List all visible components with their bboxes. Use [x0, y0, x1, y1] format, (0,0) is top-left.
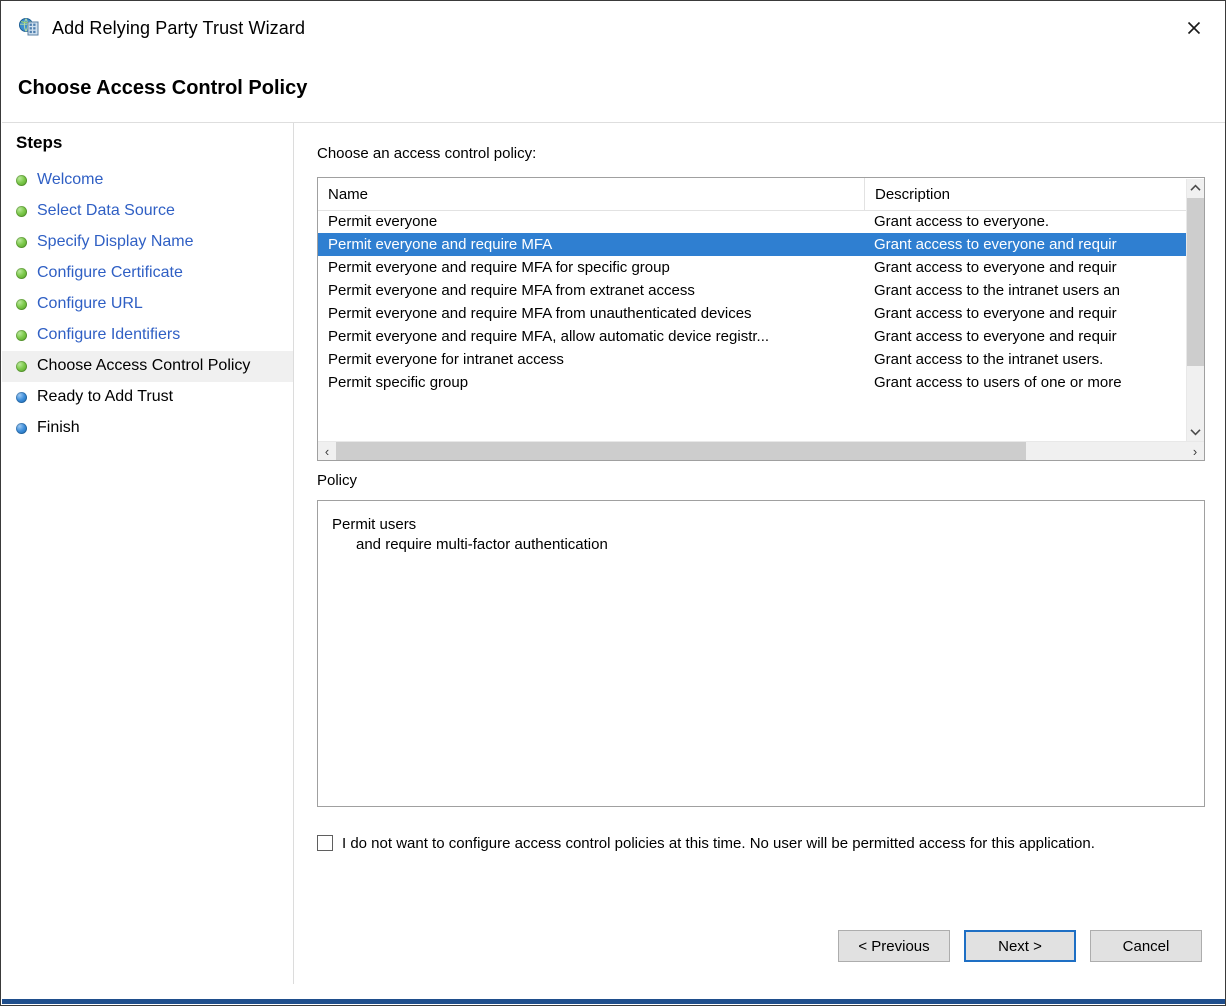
table-row[interactable]: Permit everyone and require MFA for spec… — [318, 256, 1186, 279]
step-complete-icon — [16, 237, 27, 248]
list-rows: Permit everyone Grant access to everyone.… — [318, 210, 1186, 440]
adfs-relying-party-icon — [18, 16, 42, 40]
next-button[interactable]: Next > — [964, 930, 1076, 962]
cell-policy-description: Grant access to the intranet users an — [874, 282, 1120, 299]
sidebar-step-ready-to-add-trust[interactable]: Ready to Add Trust — [2, 382, 293, 413]
cell-policy-name: Permit everyone and require MFA from una… — [328, 305, 752, 322]
vertical-scroll-thumb[interactable] — [1187, 198, 1204, 366]
step-pending-icon — [16, 392, 27, 403]
step-complete-icon — [16, 330, 27, 341]
window-title: Add Relying Party Trust Wizard — [52, 18, 306, 38]
main-pane: Choose an access control policy: Name De… — [295, 123, 1225, 984]
sidebar-step-label: Choose Access Control Policy — [37, 357, 251, 374]
scroll-up-icon[interactable] — [1187, 179, 1204, 197]
sidebar-step-label: Select Data Source — [37, 202, 175, 219]
page-header: Choose Access Control Policy — [2, 54, 1225, 123]
table-row[interactable]: Permit everyone and require MFA from ext… — [318, 279, 1186, 302]
cell-policy-name: Permit everyone and require MFA for spec… — [328, 259, 670, 276]
steps-sidebar: Steps Welcome Select Data Source Specify D… — [2, 123, 294, 984]
page-title: Choose Access Control Policy — [18, 76, 308, 99]
previous-button[interactable]: < Previous — [838, 930, 950, 962]
step-pending-icon — [16, 423, 27, 434]
cell-policy-name: Permit everyone — [328, 213, 438, 230]
sidebar-step-welcome[interactable]: Welcome — [2, 165, 293, 196]
table-row[interactable]: Permit specific group Grant access to use… — [318, 371, 1186, 394]
step-complete-icon — [16, 175, 27, 186]
horizontal-scroll-thumb[interactable] — [336, 442, 1026, 460]
list-vertical-scrollbar[interactable] — [1186, 179, 1204, 441]
skip-policy-checkbox-row[interactable]: I do not want to configure access contro… — [317, 833, 1207, 854]
list-horizontal-scrollbar[interactable]: ‹ › — [318, 441, 1204, 460]
list-header-row: Name Description — [318, 178, 1204, 211]
cancel-button[interactable]: Cancel — [1090, 930, 1202, 962]
sidebar-step-label: Configure Certificate — [37, 264, 183, 281]
column-header-name[interactable]: Name — [318, 178, 864, 210]
cell-policy-description: Grant access to everyone and requir — [874, 305, 1117, 322]
steps-heading: Steps — [16, 133, 63, 152]
sidebar-step-select-data-source[interactable]: Select Data Source — [2, 196, 293, 227]
sidebar-step-specify-display-name[interactable]: Specify Display Name — [2, 227, 293, 258]
table-row[interactable]: Permit everyone and require MFA Grant acc… — [318, 233, 1186, 256]
cell-policy-name: Permit everyone and require MFA, allow a… — [328, 328, 770, 345]
cell-policy-description: Grant access to everyone and requir — [874, 328, 1117, 345]
cell-policy-description: Grant access to everyone and requir — [874, 236, 1117, 253]
cell-policy-name: Permit everyone for intranet access — [328, 351, 564, 368]
step-complete-icon — [16, 361, 27, 372]
sidebar-step-label: Configure URL — [37, 295, 143, 312]
cell-policy-description: Grant access to everyone. — [874, 213, 1050, 230]
table-row[interactable]: Permit everyone and require MFA, allow a… — [318, 325, 1186, 348]
policy-label: Policy — [317, 472, 358, 489]
close-icon[interactable] — [1162, 2, 1225, 54]
cell-policy-description: Grant access to the intranet users. — [874, 351, 1104, 368]
cell-policy-description: Grant access to everyone and requir — [874, 259, 1117, 276]
table-row[interactable]: Permit everyone Grant access to everyone. — [318, 210, 1186, 233]
sidebar-step-label: Configure Identifiers — [37, 326, 181, 343]
sidebar-step-label: Finish — [37, 419, 80, 436]
cell-policy-description: Grant access to users of one or more — [874, 374, 1122, 391]
step-complete-icon — [16, 206, 27, 217]
title-bar: Add Relying Party Trust Wizard — [2, 2, 1225, 54]
scroll-left-icon[interactable]: ‹ — [318, 442, 336, 460]
sidebar-step-configure-identifiers[interactable]: Configure Identifiers — [2, 320, 293, 351]
policy-line: and require multi-factor authentication — [356, 536, 608, 553]
policy-preview-box: Permit users and require multi-factor au… — [317, 500, 1205, 807]
cell-policy-name: Permit specific group — [328, 374, 469, 391]
sidebar-step-label: Welcome — [37, 171, 104, 188]
wizard-window: Add Relying Party Trust Wizard Choose Ac… — [0, 0, 1226, 1006]
sidebar-step-finish[interactable]: Finish — [2, 413, 293, 444]
sidebar-step-configure-certificate[interactable]: Configure Certificate — [2, 258, 293, 289]
cell-policy-name: Permit everyone and require MFA from ext… — [328, 282, 695, 299]
steps-list: Welcome Select Data Source Specify Display… — [2, 165, 293, 444]
step-complete-icon — [16, 299, 27, 310]
skip-policy-checkbox-label[interactable]: I do not want to configure access contro… — [342, 833, 1095, 854]
column-header-description[interactable]: Description — [864, 178, 1182, 210]
sidebar-step-label: Ready to Add Trust — [37, 388, 174, 405]
table-row[interactable]: Permit everyone and require MFA from una… — [318, 302, 1186, 325]
sidebar-step-choose-access-control-policy[interactable]: Choose Access Control Policy — [2, 351, 293, 382]
cell-policy-name: Permit everyone and require MFA — [328, 236, 553, 253]
skip-policy-checkbox[interactable] — [317, 835, 333, 851]
wizard-body: Steps Welcome Select Data Source Specify D… — [2, 123, 1225, 984]
access-control-policy-list[interactable]: Name Description Permit everyone Grant ac… — [317, 177, 1205, 461]
table-row[interactable]: Permit everyone for intranet access Grant… — [318, 348, 1186, 371]
scroll-right-icon[interactable]: › — [1186, 442, 1204, 460]
choose-policy-label: Choose an access control policy: — [317, 145, 537, 162]
policy-line: Permit users — [332, 516, 417, 533]
footer-buttons: < Previous Next > Cancel — [295, 930, 1225, 962]
window-accent-bar — [2, 999, 1225, 1004]
sidebar-step-configure-url[interactable]: Configure URL — [2, 289, 293, 320]
sidebar-step-label: Specify Display Name — [37, 233, 194, 250]
step-complete-icon — [16, 268, 27, 279]
scroll-down-icon[interactable] — [1187, 423, 1204, 441]
